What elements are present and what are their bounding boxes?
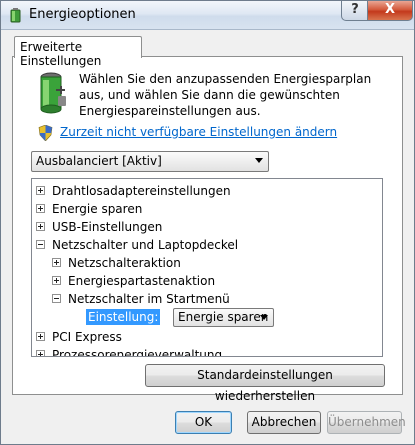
tree-item-label: USB-Einstellungen (52, 220, 163, 234)
expand-icon[interactable] (36, 222, 45, 231)
vertical-scrollbar[interactable] (382, 179, 383, 356)
help-icon: ? (351, 2, 359, 17)
setting-value-dropdown[interactable]: Energie sparen (173, 308, 274, 327)
power-plan-dropdown[interactable]: Ausbalanciert [Aktiv] (31, 151, 269, 172)
expand-icon[interactable] (52, 258, 61, 267)
setting-value: Energie sparen (178, 310, 269, 324)
battery-plug-icon (10, 8, 21, 23)
ok-button[interactable]: OK (175, 411, 232, 434)
tree-item-label: Netzschalteraktion (68, 256, 181, 270)
close-button[interactable]: X (367, 1, 413, 21)
collapse-icon[interactable] (36, 240, 45, 249)
tree-item-label: Drahtlosadaptereinstellungen (52, 184, 231, 198)
battery-plan-icon (40, 72, 66, 114)
tab-advanced-settings[interactable]: Erweiterte Einstellungen (14, 36, 142, 68)
tree-item-label: Netzschalter und Laptopdeckel (52, 238, 239, 252)
cancel-button[interactable]: Abbrechen (247, 411, 321, 434)
tree-item-label: PCI Express (52, 330, 122, 344)
uac-shield-icon (38, 125, 53, 141)
expand-icon[interactable] (36, 332, 45, 341)
intro-text: Wählen Sie den anzupassenden Energiespar… (79, 72, 372, 118)
tree-item-label: Netzschalter im Startmenü (68, 292, 230, 306)
setting-label: Einstellung: (86, 309, 161, 325)
power-plan-value: Ausbalanciert [Aktiv] (36, 154, 162, 168)
close-icon: X (384, 2, 396, 17)
expand-icon[interactable] (36, 204, 45, 213)
tab-label: Erweiterte Einstellungen (20, 40, 102, 68)
window-title: Energieoptionen (29, 7, 136, 22)
expand-icon[interactable] (36, 186, 45, 195)
tree-item-label: Energie sparen (52, 202, 143, 216)
restore-defaults-button[interactable]: Standardeinstellungen wiederherstellen (145, 364, 385, 403)
tree-item-label: Energiespartastenaktion (68, 274, 216, 288)
energy-options-window: Energieoptionen ? X Erweiterte Einstellu… (0, 0, 415, 445)
settings-tree[interactable]: Drahtlosadaptereinstellungen Energie spa… (31, 178, 383, 357)
title-bar[interactable]: Energieoptionen ? X (1, 1, 414, 30)
help-button[interactable]: ? (341, 1, 369, 21)
expand-icon[interactable] (52, 276, 61, 285)
change-unavailable-settings-link[interactable]: Zurzeit nicht verfügbare Einstellungen ä… (60, 125, 337, 139)
collapse-icon[interactable] (52, 294, 61, 303)
settings-panel: Wählen Sie den anzupassenden Energiespar… (12, 56, 403, 403)
chevron-down-icon (260, 315, 268, 320)
tree-item-label: Prozessorenergieverwaltung (52, 348, 223, 357)
expand-icon[interactable] (36, 350, 45, 356)
chevron-down-icon (255, 158, 263, 163)
apply-button[interactable]: Übernehmen (327, 411, 406, 434)
